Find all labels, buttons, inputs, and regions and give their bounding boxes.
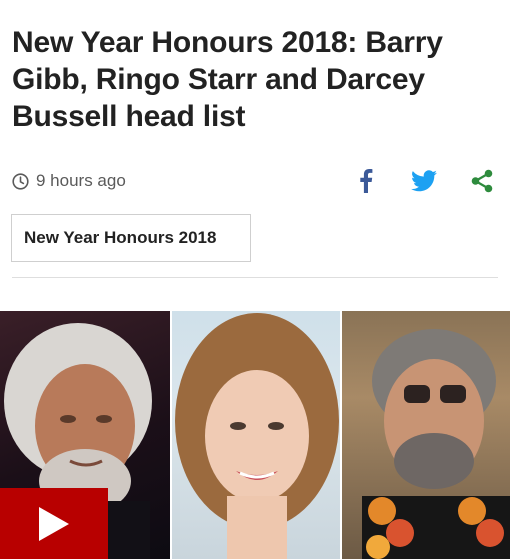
- twitter-share-button[interactable]: [408, 166, 440, 196]
- topic-tag-link[interactable]: New Year Honours 2018: [11, 214, 251, 262]
- twitter-icon: [411, 170, 437, 192]
- article-meta: 9 hours ago: [12, 166, 498, 196]
- divider: [12, 277, 498, 278]
- photo-panel-darcey-bussell: [170, 311, 340, 559]
- article-headline: New Year Honours 2018: Barry Gibb, Ringo…: [12, 26, 443, 133]
- clock-icon: [12, 172, 29, 190]
- share-button[interactable]: [466, 166, 498, 196]
- share-icon: [471, 169, 493, 193]
- facebook-icon: [360, 169, 373, 193]
- video-play-button[interactable]: [0, 488, 108, 559]
- timestamp: 9 hours ago: [12, 171, 126, 191]
- share-bar: [324, 166, 498, 196]
- timestamp-text: 9 hours ago: [36, 171, 126, 190]
- facebook-share-button[interactable]: [350, 166, 382, 196]
- article-page: New Year Honours 2018: Barry Gibb, Ringo…: [0, 0, 510, 559]
- photo-panel-ringo-starr: [340, 311, 510, 559]
- play-icon: [39, 506, 69, 541]
